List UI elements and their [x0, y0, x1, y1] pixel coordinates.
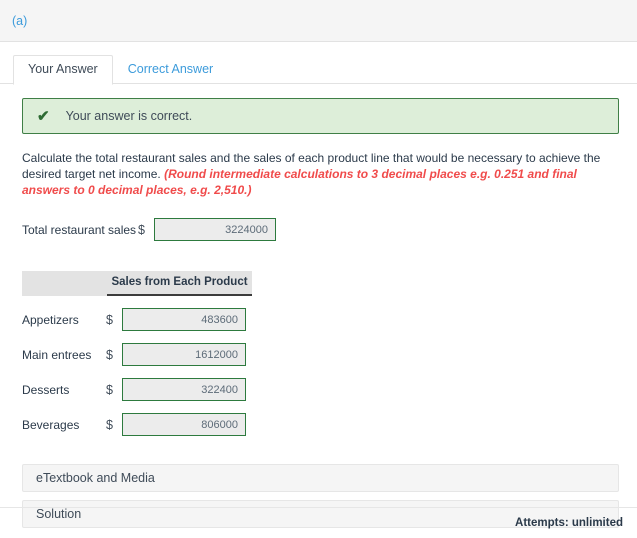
- table-row: Desserts $: [22, 378, 620, 401]
- answer-content: ✔ Your answer is correct. Calculate the …: [0, 98, 637, 528]
- row-label-appetizers: Appetizers: [22, 312, 79, 327]
- main-entrees-sales-input[interactable]: [122, 343, 246, 366]
- table-row: Beverages $: [22, 413, 620, 436]
- alert-message: Your answer is correct.: [65, 109, 193, 123]
- answer-tabs: Your Answer Correct Answer: [0, 55, 637, 85]
- accordion-etextbook-and-media[interactable]: eTextbook and Media: [22, 464, 619, 492]
- beverages-sales-input[interactable]: [122, 413, 246, 436]
- part-header-bar: (a): [0, 0, 637, 42]
- tab-correct-answer[interactable]: Correct Answer: [113, 55, 228, 85]
- currency-symbol: $: [138, 222, 145, 237]
- check-icon: ✔: [37, 107, 50, 125]
- row-label-main-entrees: Main entrees: [22, 347, 92, 362]
- currency-symbol: $: [106, 382, 113, 397]
- accordion-etextbook-label: eTextbook and Media: [36, 471, 155, 485]
- attempts-status: Attempts: unlimited: [515, 517, 623, 529]
- table-header-sales-from-each-product: Sales from Each Product: [107, 271, 252, 296]
- question-instructions: Calculate the total restaurant sales and…: [22, 150, 622, 198]
- tab-your-answer[interactable]: Your Answer: [13, 55, 113, 85]
- total-restaurant-sales-label: Total restaurant sales: [22, 222, 137, 237]
- table-header-blank-cell: [22, 271, 107, 296]
- table-header-row: Sales from Each Product: [22, 271, 252, 296]
- footer-bar: Attempts: unlimited: [0, 507, 637, 538]
- tab-your-answer-label: Your Answer: [28, 62, 98, 76]
- appetizers-sales-input[interactable]: [122, 308, 246, 331]
- row-label-beverages: Beverages: [22, 417, 80, 432]
- total-restaurant-sales-row: Total restaurant sales $: [22, 218, 620, 241]
- tab-correct-answer-label: Correct Answer: [127, 62, 214, 76]
- table-row: Main entrees $: [22, 343, 620, 366]
- correct-answer-alert: ✔ Your answer is correct.: [22, 98, 619, 134]
- part-label: (a): [12, 13, 28, 28]
- currency-symbol: $: [106, 417, 113, 432]
- total-restaurant-sales-input[interactable]: [154, 218, 276, 241]
- sales-from-each-product-table: Sales from Each Product Appetizers $ Mai…: [22, 271, 620, 436]
- currency-symbol: $: [106, 312, 113, 327]
- table-row: Appetizers $: [22, 308, 620, 331]
- currency-symbol: $: [106, 347, 113, 362]
- desserts-sales-input[interactable]: [122, 378, 246, 401]
- row-label-desserts: Desserts: [22, 382, 70, 397]
